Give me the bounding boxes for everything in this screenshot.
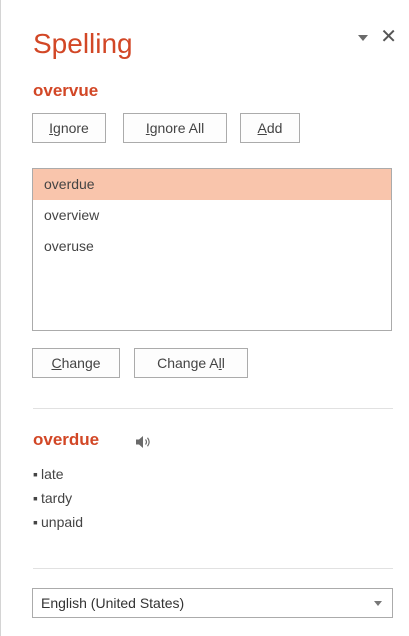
change-all-button-label-post: l [221,355,225,371]
change-all-button[interactable]: Change All [134,348,248,378]
suggestion-item[interactable]: overview [33,200,391,231]
synonym-text: late [41,466,64,482]
pane-title: Spelling [33,28,133,59]
add-button[interactable]: Add [240,113,300,143]
ignore-button-label: gnore [53,120,89,136]
synonym-item: ▪ unpaid [33,514,84,530]
add-button-accel: A [257,120,267,136]
language-value: English (United States) [41,595,185,611]
chevron-down-icon[interactable] [356,30,370,44]
ignore-all-button[interactable]: Ignore All [123,113,227,143]
pane-controls: ✕ [356,27,397,47]
ignore-button[interactable]: Ignore [32,113,106,143]
synonym-text: unpaid [41,514,84,530]
ignore-all-button-label: gnore All [149,120,205,136]
change-button[interactable]: Change [32,348,120,378]
suggestion-item[interactable]: overdue [33,169,391,200]
suggestions-list[interactable]: overdue overview overuse [32,168,392,331]
change-button-label: hange [61,355,101,371]
synonym-text: tardy [41,490,73,506]
synonym-item: ▪ tardy [33,490,73,506]
close-icon[interactable]: ✕ [380,27,397,47]
misspelled-word: overvue [33,81,99,100]
synonym-item: ▪ late [33,466,64,482]
language-dropdown[interactable]: English (United States) [32,588,393,618]
spelling-pane: Spelling ✕ overvue Ignore Ignore All Add… [0,0,409,636]
section-divider [33,408,393,409]
synonym-list: ▪ late ▪ tardy ▪ unpaid [33,462,83,534]
change-button-accel: C [51,355,62,371]
change-all-button-label-pre: Change A [157,355,219,371]
definition-word: overdue [33,430,100,449]
add-button-label: dd [266,120,283,136]
speaker-icon[interactable] [135,434,153,450]
suggestion-item[interactable]: overuse [33,231,391,262]
section-divider [33,568,393,569]
chevron-down-icon [374,601,382,606]
